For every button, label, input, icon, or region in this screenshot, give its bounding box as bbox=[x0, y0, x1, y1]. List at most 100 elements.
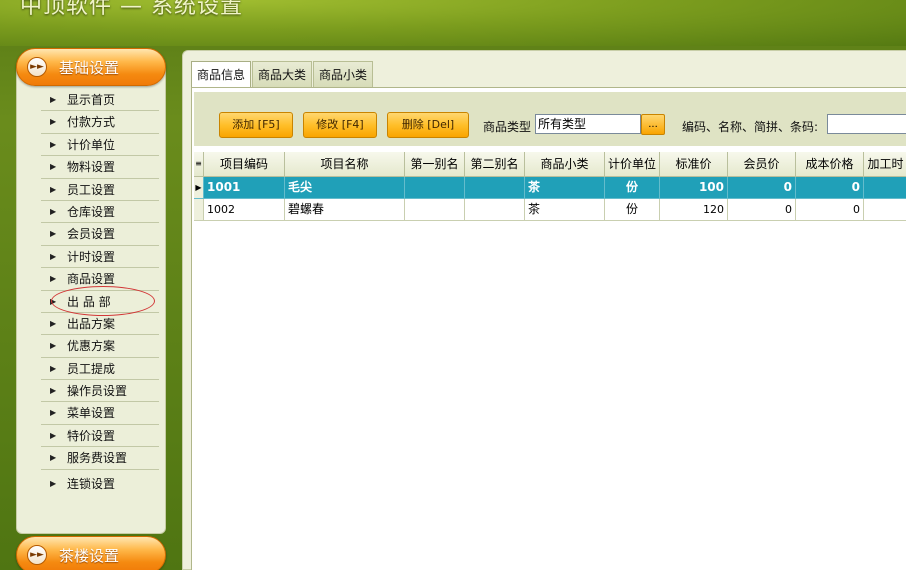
cell-member-price[interactable]: 0 bbox=[728, 199, 796, 221]
triangle-right-icon: ▶ bbox=[50, 251, 57, 261]
cell-subcategory[interactable]: 茶 bbox=[525, 199, 605, 221]
sidebar-item-menu[interactable]: ▶ 菜单设置 bbox=[41, 402, 159, 425]
column-header[interactable]: 成本价格 bbox=[796, 152, 864, 177]
column-header[interactable]: 加工时 bbox=[864, 152, 906, 177]
cell-name[interactable]: 碧螺春 bbox=[285, 199, 405, 221]
column-header[interactable]: 标准价 bbox=[660, 152, 728, 177]
title-bar: 中顶软件 — 系统设置 bbox=[0, 0, 906, 46]
tab-product-category[interactable]: 商品大类 bbox=[252, 61, 313, 87]
cell-code[interactable]: 1002 bbox=[204, 199, 285, 221]
triangle-right-icon: ▶ bbox=[50, 229, 57, 239]
triangle-right-icon: ▶ bbox=[50, 453, 57, 463]
sidebar-item-service-fee[interactable]: ▶ 服务费设置 bbox=[41, 447, 159, 470]
search-input[interactable] bbox=[827, 114, 906, 134]
triangle-right-icon: ▶ bbox=[50, 162, 57, 172]
column-header[interactable]: 计价单位 bbox=[605, 152, 660, 177]
product-type-label: 商品类型 bbox=[483, 120, 532, 134]
row-pointer-icon: ▶ bbox=[194, 177, 204, 199]
group-header-teahouse-settings[interactable]: ►► 茶楼设置 bbox=[16, 536, 166, 570]
sidebar-item-label: 优惠方案 bbox=[67, 339, 116, 354]
cell-subcategory[interactable]: 茶 bbox=[525, 177, 605, 199]
sidebar-item-commission[interactable]: ▶ 员工提成 bbox=[41, 358, 159, 381]
sidebar-item-staff[interactable]: ▶ 员工设置 bbox=[41, 179, 159, 201]
triangle-right-icon: ▶ bbox=[50, 341, 57, 351]
tab-product-subcategory[interactable]: 商品小类 bbox=[313, 61, 374, 87]
triangle-right-icon: ▶ bbox=[50, 430, 57, 440]
cell-price[interactable]: 100 bbox=[660, 177, 728, 199]
sidebar-item-label: 显示首页 bbox=[67, 93, 116, 107]
cell-processing[interactable] bbox=[864, 199, 906, 221]
sidebar-item-unit[interactable]: ▶ 计价单位 bbox=[41, 134, 159, 157]
sidebar-item-home[interactable]: ▶ 显示首页 bbox=[41, 89, 159, 112]
column-header[interactable]: 会员价 bbox=[728, 152, 796, 177]
triangle-right-icon: ▶ bbox=[50, 478, 57, 488]
row-indicator bbox=[194, 199, 204, 221]
search-label: 编码、名称、简拼、条码: bbox=[682, 120, 819, 134]
sidebar-item-label: 菜单设置 bbox=[67, 406, 116, 421]
cell-unit[interactable]: 份 bbox=[605, 199, 660, 221]
sidebar-item-special-price[interactable]: ▶ 特价设置 bbox=[41, 425, 159, 448]
browse-type-button[interactable]: ... bbox=[641, 114, 665, 135]
sidebar-item-label: 服务费设置 bbox=[67, 451, 128, 466]
cell-processing[interactable] bbox=[864, 177, 906, 199]
sidebar-item-operator[interactable]: ▶ 操作员设置 bbox=[41, 380, 159, 403]
cell-name[interactable]: 毛尖 bbox=[285, 177, 405, 199]
triangle-right-icon: ▶ bbox=[50, 386, 57, 396]
cell-cost[interactable]: 0 bbox=[796, 199, 864, 221]
sidebar-nav-list: ▶ 显示首页 ▶ 付款方式 ▶ 计价单位 ▶ 物料设置 ▶ 员工设置 ▶ 仓库设置 ▶ 会员设… bbox=[41, 89, 159, 495]
sidebar-item-product[interactable]: ▶ 商品设置 bbox=[41, 268, 159, 291]
sidebar-item-warehouse[interactable]: ▶ 仓库设置 bbox=[41, 201, 159, 224]
cell-cost[interactable]: 0 bbox=[796, 177, 864, 199]
cell-alias1[interactable] bbox=[405, 177, 465, 199]
sidebar-item-label: 计时设置 bbox=[67, 249, 116, 264]
sidebar-item-chain[interactable]: ▶ 连锁设置 bbox=[41, 473, 159, 495]
triangle-right-icon: ▶ bbox=[50, 184, 57, 194]
sidebar-item-payment[interactable]: ▶ 付款方式 bbox=[41, 111, 159, 134]
triangle-right-icon: ▶ bbox=[50, 206, 57, 216]
sidebar-item-material[interactable]: ▶ 物料设置 bbox=[41, 156, 159, 179]
table-row[interactable]: ▶ 1001 毛尖 茶 份 100 0 0 bbox=[194, 177, 906, 199]
sidebar-panel: ▶ 显示首页 ▶ 付款方式 ▶ 计价单位 ▶ 物料设置 ▶ 员工设置 ▶ 仓库设置 ▶ 会员设… bbox=[16, 62, 166, 534]
sidebar-item-output-plan[interactable]: ▶ 出品方案 bbox=[41, 313, 159, 336]
add-button[interactable]: 添加 [F5] bbox=[219, 112, 293, 138]
group-header-basic-settings[interactable]: ►► 基础设置 bbox=[16, 48, 166, 86]
cell-price[interactable]: 120 bbox=[660, 199, 728, 221]
cell-alias2[interactable] bbox=[465, 177, 525, 199]
triangle-right-icon: ▶ bbox=[50, 408, 57, 418]
sidebar-item-label: 出品方案 bbox=[67, 316, 116, 331]
cell-alias2[interactable] bbox=[465, 199, 525, 221]
triangle-right-icon: ▶ bbox=[50, 296, 57, 306]
column-header[interactable]: 第二别名 bbox=[465, 152, 525, 177]
triangle-right-icon: ▶ bbox=[50, 274, 57, 284]
tab-product-info[interactable]: 商品信息 bbox=[191, 61, 252, 87]
cell-member-price[interactable]: 0 bbox=[728, 177, 796, 199]
sidebar-item-timing[interactable]: ▶ 计时设置 bbox=[41, 246, 159, 269]
toolbar: 添加 [F5] 修改 [F4] 删除 [Del] 商品类型 所有类型 ... 编… bbox=[194, 92, 906, 146]
sidebar-item-label: 物料设置 bbox=[67, 160, 116, 175]
edit-button[interactable]: 修改 [F4] bbox=[303, 112, 377, 138]
triangle-right-icon: ▶ bbox=[50, 139, 57, 149]
triangle-right-icon: ▶ bbox=[50, 363, 57, 373]
product-type-field[interactable]: 所有类型 bbox=[535, 114, 641, 134]
triangle-right-icon: ▶ bbox=[50, 318, 57, 328]
sidebar-item-label: 员工提成 bbox=[67, 361, 116, 376]
table-row[interactable]: 1002 碧螺春 茶 份 120 0 0 bbox=[194, 199, 906, 221]
sidebar-item-label: 特价设置 bbox=[67, 428, 116, 443]
delete-button[interactable]: 删除 [Del] bbox=[387, 112, 469, 138]
column-header[interactable]: 第一别名 bbox=[405, 152, 465, 177]
sidebar-item-discount[interactable]: ▶ 优惠方案 bbox=[41, 335, 159, 358]
sidebar-item-member[interactable]: ▶ 会员设置 bbox=[41, 223, 159, 246]
chevron-right-icon: ►► bbox=[27, 57, 47, 77]
group-header-label: 茶楼设置 bbox=[59, 546, 120, 565]
cell-code[interactable]: 1001 bbox=[204, 177, 285, 199]
cell-alias1[interactable] bbox=[405, 199, 465, 221]
sidebar-item-output-dept[interactable]: ▶ 出 品 部 bbox=[41, 291, 159, 313]
column-header[interactable]: 商品小类 bbox=[525, 152, 605, 177]
column-header[interactable]: 项目编码 bbox=[204, 152, 285, 177]
tab-bar: 商品信息 商品大类 商品小类 bbox=[191, 61, 374, 87]
column-header[interactable]: 项目名称 bbox=[285, 152, 405, 177]
cell-unit[interactable]: 份 bbox=[605, 177, 660, 199]
sidebar-item-label: 计价单位 bbox=[67, 137, 116, 152]
sidebar-item-label: 付款方式 bbox=[67, 115, 116, 130]
sidebar-item-label: 仓库设置 bbox=[67, 204, 116, 219]
